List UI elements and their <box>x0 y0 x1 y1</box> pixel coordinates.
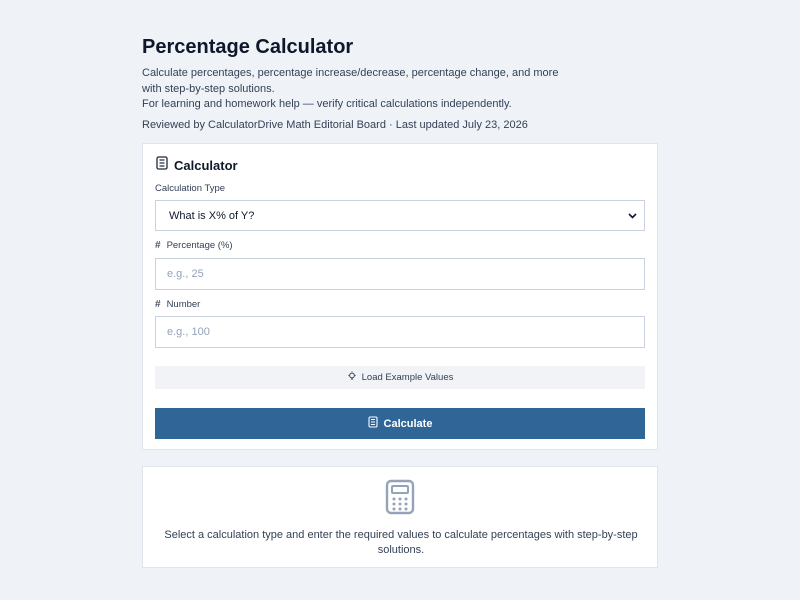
lightbulb-icon <box>347 371 357 384</box>
reviewed-byline: Reviewed by CalculatorDrive Math Editori… <box>142 119 528 131</box>
calculation-type-label: Calculation Type <box>155 183 225 194</box>
description-line-3: For learning and homework help — verify … <box>142 98 512 110</box>
calculator-card-header: Calculator <box>156 156 238 175</box>
calculation-type-value: What is X% of Y? <box>169 209 255 222</box>
number-field[interactable] <box>155 316 645 348</box>
result-card: Select a calculation type and enter the … <box>142 466 658 568</box>
calculate-label: Calculate <box>383 417 433 430</box>
percentage-label-text: Percentage (%) <box>166 240 233 251</box>
page-title: Percentage Calculator <box>142 36 354 58</box>
calculator-icon <box>367 416 378 431</box>
number-label-text: Number <box>166 299 201 310</box>
description-line-1: Calculate percentages, percentage increa… <box>142 67 559 79</box>
load-example-label: Load Example Values <box>361 372 454 383</box>
description-line-2: with step-by-step solutions. <box>142 82 275 95</box>
percentage-label: # Percentage (%) <box>155 240 233 251</box>
percentage-field[interactable] <box>155 258 645 290</box>
calculation-type-label-text: Calculation Type <box>155 183 226 194</box>
page-description: Calculate percentages, percentage increa… <box>142 66 562 113</box>
calculator-card: Calculator Calculation Type What is X% o… <box>142 143 658 450</box>
page: Percentage Calculator Calculate percenta… <box>0 0 800 600</box>
calculate-button[interactable]: Calculate <box>155 408 645 439</box>
result-placeholder-message: Select a calculation type and enter the … <box>164 529 638 556</box>
number-input[interactable] <box>167 326 633 338</box>
chevron-down-icon <box>628 210 637 222</box>
load-example-button[interactable]: Load Example Values <box>155 366 645 389</box>
calculator-icon <box>385 479 415 520</box>
number-label: # Number <box>155 299 200 310</box>
calculation-type-select[interactable]: What is X% of Y? <box>155 200 645 231</box>
hash-icon: # <box>155 299 161 310</box>
calculator-title: Calculator <box>174 158 238 173</box>
hash-icon: # <box>155 240 161 251</box>
calculator-icon <box>156 156 168 175</box>
percentage-input[interactable] <box>167 268 633 280</box>
